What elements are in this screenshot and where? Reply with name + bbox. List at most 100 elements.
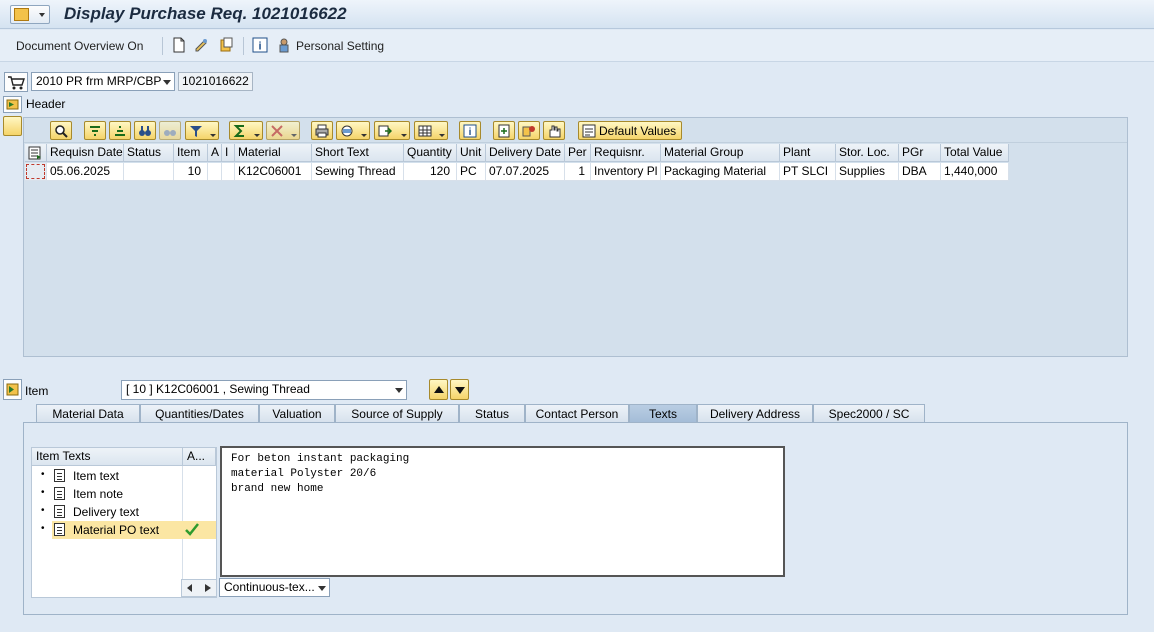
document-number-field[interactable]: 1021016622 <box>178 72 253 91</box>
filter-button[interactable] <box>185 121 219 140</box>
list-item-selected[interactable]: • Material PO text <box>32 521 216 539</box>
system-menu-icon <box>14 8 29 21</box>
item-select[interactable]: [ 10 ] K12C06001 , Sewing Thread <box>121 380 407 400</box>
personal-setting-icon[interactable] <box>277 37 293 53</box>
table-cell-material-group[interactable]: Packaging Material <box>661 163 780 181</box>
col-i[interactable]: I <box>222 144 235 162</box>
table-cell-pgr[interactable]: DBA <box>899 163 941 181</box>
col-short-text[interactable]: Short Text <box>312 144 404 162</box>
expand-header-icon[interactable] <box>3 96 22 113</box>
text-format-select[interactable]: Continuous-tex... <box>219 578 330 597</box>
document-overview-button[interactable]: Document Overview On <box>16 39 143 53</box>
views-button[interactable] <box>336 121 370 140</box>
scroll-left-icon[interactable] <box>187 584 193 592</box>
table-cell-quantity[interactable]: 120 <box>404 163 457 181</box>
find-next-button[interactable] <box>159 121 181 140</box>
table-cell-unit[interactable]: PC <box>457 163 486 181</box>
table-cell-material[interactable]: K12C06001 <box>235 163 312 181</box>
col-per[interactable]: Per <box>565 144 591 162</box>
shopping-cart-icon[interactable] <box>4 72 28 92</box>
sum-button[interactable] <box>229 121 263 140</box>
col-a[interactable]: A <box>208 144 222 162</box>
col-plant[interactable]: Plant <box>780 144 836 162</box>
details-button[interactable] <box>50 121 72 140</box>
text-editor[interactable]: For beton instant packaging material Pol… <box>220 446 785 577</box>
editor-line: brand new home <box>231 483 324 495</box>
create-document-icon[interactable] <box>171 37 187 53</box>
col-material[interactable]: Material <box>235 144 312 162</box>
table-cell-plant[interactable]: PT SLCI <box>780 163 836 181</box>
col-item-texts[interactable]: Item Texts <box>32 448 183 466</box>
col-unit[interactable]: Unit <box>457 144 486 162</box>
sort-ascending-button[interactable] <box>84 121 106 140</box>
table-cell-stor-loc[interactable]: Supplies <box>836 163 899 181</box>
col-a[interactable]: A... <box>183 448 216 466</box>
collapse-items-button[interactable] <box>3 116 22 136</box>
export-button[interactable] <box>374 121 410 140</box>
other-document-icon[interactable] <box>218 37 234 53</box>
subtotal-button[interactable] <box>266 121 300 140</box>
find-button[interactable] <box>134 121 156 140</box>
table-cell-total-value[interactable]: 1,440,000 <box>941 163 1009 181</box>
tab-delivery-address[interactable]: Delivery Address <box>697 404 813 423</box>
tab-quantities-dates[interactable]: Quantities/Dates <box>140 404 259 423</box>
print-button[interactable] <box>311 121 333 140</box>
tab-status[interactable]: Status <box>459 404 525 423</box>
personal-setting-button[interactable]: Personal Setting <box>296 39 384 53</box>
info-icon[interactable]: i <box>252 37 268 53</box>
default-values-button[interactable]: Default Values <box>578 121 682 140</box>
next-item-button[interactable] <box>450 379 469 400</box>
display-change-icon[interactable] <box>194 37 210 53</box>
grid-info-button[interactable]: i <box>459 121 481 140</box>
list-item[interactable]: • Item text <box>32 467 216 485</box>
col-pgr[interactable]: PGr <box>899 144 941 162</box>
tab-material-data[interactable]: Material Data <box>36 404 140 423</box>
filter-icon <box>190 126 202 137</box>
system-menu-button[interactable] <box>10 5 50 24</box>
printer-icon <box>315 124 329 138</box>
layout-button[interactable] <box>414 121 448 140</box>
row-selector[interactable] <box>25 163 47 181</box>
collapse-item-detail-icon[interactable] <box>3 379 22 400</box>
items-grid: i Default Values Requisn Date Status Ite… <box>23 117 1128 357</box>
table-cell-i[interactable] <box>222 163 235 181</box>
item-overview-button[interactable] <box>518 121 540 140</box>
grid-toolbar: i Default Values <box>24 118 1127 143</box>
tab-contact-person[interactable]: Contact Person <box>525 404 629 423</box>
dropdown-arrow-icon <box>163 80 171 85</box>
document-type-value: 2010 PR frm MRP/CBP <box>36 74 162 88</box>
col-requisn-date[interactable]: Requisn Date <box>47 144 124 162</box>
col-item[interactable]: Item <box>174 144 208 162</box>
col-delivery-date[interactable]: Delivery Date <box>486 144 565 162</box>
table-cell-item[interactable]: 10 <box>174 163 208 181</box>
col-material-group[interactable]: Material Group <box>661 144 780 162</box>
col-stor-loc[interactable]: Stor. Loc. <box>836 144 899 162</box>
info-icon: i <box>463 124 477 138</box>
sort-descending-button[interactable] <box>109 121 131 140</box>
table-cell-delivery-date[interactable]: 07.07.2025 <box>486 163 565 181</box>
col-requisnr[interactable]: Requisnr. <box>591 144 661 162</box>
tab-valuation[interactable]: Valuation <box>259 404 335 423</box>
arrow-down-icon <box>455 387 465 394</box>
hand-button[interactable] <box>543 121 565 140</box>
table-cell-requisnr[interactable]: Inventory Pl <box>591 163 661 181</box>
table-cell-per[interactable]: 1 <box>565 163 591 181</box>
col-total-value[interactable]: Total Value <box>941 144 1009 162</box>
dropdown-arrow-icon <box>395 388 403 393</box>
expand-all-button[interactable] <box>493 121 515 140</box>
col-quantity[interactable]: Quantity <box>404 144 457 162</box>
previous-item-button[interactable] <box>429 379 448 400</box>
scroll-right-icon[interactable] <box>205 584 211 592</box>
tab-source-of-supply[interactable]: Source of Supply <box>335 404 459 423</box>
table-cell-status[interactable] <box>124 163 174 181</box>
tab-spec2000-sc[interactable]: Spec2000 / SC <box>813 404 925 423</box>
table-cell-short-text[interactable]: Sewing Thread <box>312 163 404 181</box>
col-status[interactable]: Status <box>124 144 174 162</box>
select-all-icon[interactable] <box>25 144 47 162</box>
document-type-select[interactable]: 2010 PR frm MRP/CBP <box>31 72 175 91</box>
table-cell-requisn-date[interactable]: 05.06.2025 <box>47 163 124 181</box>
list-item[interactable]: • Item note <box>32 485 216 503</box>
tab-texts[interactable]: Texts <box>629 404 697 423</box>
table-cell-a[interactable] <box>208 163 222 181</box>
list-item[interactable]: • Delivery text <box>32 503 216 521</box>
